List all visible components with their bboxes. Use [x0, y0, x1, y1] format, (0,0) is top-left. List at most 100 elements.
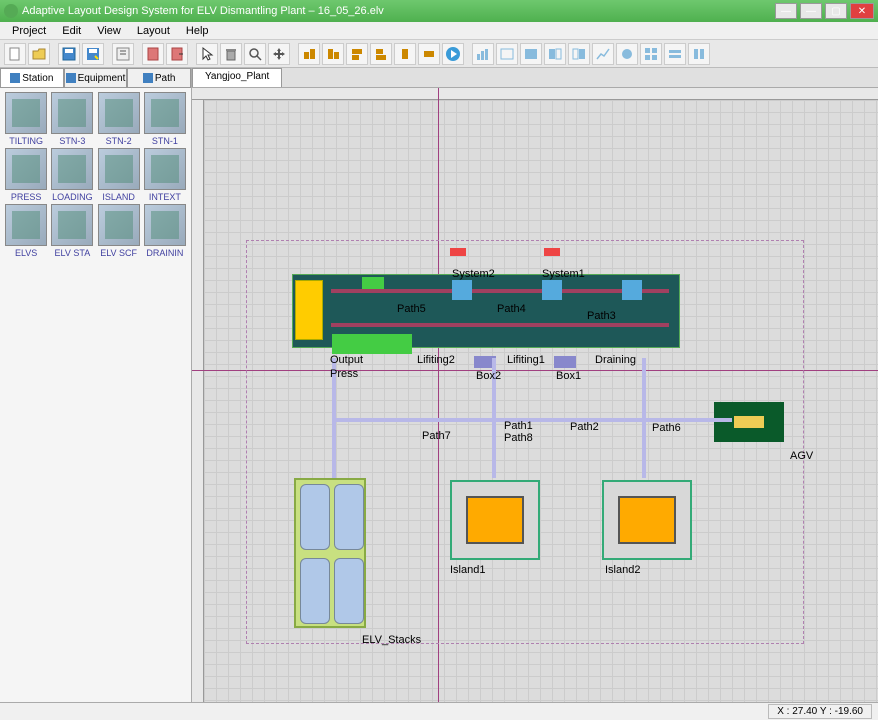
pan-icon[interactable] — [268, 43, 290, 65]
align1-icon[interactable] — [298, 43, 320, 65]
palette-elvscf[interactable] — [98, 204, 140, 246]
save-as-icon[interactable] — [82, 43, 104, 65]
palette-label: STN-2 — [97, 136, 141, 146]
chart10-icon[interactable] — [688, 43, 710, 65]
align2-icon[interactable] — [322, 43, 344, 65]
chart9-icon[interactable] — [664, 43, 686, 65]
chart7-icon[interactable] — [616, 43, 638, 65]
label-path1: Path1 — [504, 420, 533, 432]
station-icon — [10, 73, 20, 83]
label-draining: Draining — [595, 354, 636, 366]
toolbar — [0, 40, 878, 68]
chart3-icon[interactable] — [520, 43, 542, 65]
menu-view[interactable]: View — [89, 23, 129, 39]
properties-icon[interactable] — [112, 43, 134, 65]
palette-label: STN-1 — [143, 136, 187, 146]
palette-island[interactable] — [98, 148, 140, 190]
delete-icon[interactable] — [220, 43, 242, 65]
palette-stn3[interactable] — [51, 92, 93, 134]
chart8-icon[interactable] — [640, 43, 662, 65]
open-file-icon[interactable] — [28, 43, 50, 65]
statusbar: X : 27.40 Y : -19.60 — [0, 702, 878, 720]
label-island1: Island1 — [450, 564, 485, 576]
align6-icon[interactable] — [418, 43, 440, 65]
path-icon — [143, 73, 153, 83]
menu-project[interactable]: Project — [4, 23, 54, 39]
equipment-icon — [66, 73, 76, 83]
label-box1: Box1 — [556, 370, 581, 382]
report2-icon[interactable] — [166, 43, 188, 65]
report1-icon[interactable] — [142, 43, 164, 65]
palette-label: TILTING — [4, 136, 48, 146]
palette-label: STN-3 — [50, 136, 94, 146]
chart5-icon[interactable] — [568, 43, 590, 65]
island2-unit[interactable] — [602, 480, 692, 560]
chart6-icon[interactable] — [592, 43, 614, 65]
island1-unit[interactable] — [450, 480, 540, 560]
palette-loading[interactable] — [51, 148, 93, 190]
menu-layout[interactable]: Layout — [129, 23, 178, 39]
menu-edit[interactable]: Edit — [54, 23, 89, 39]
canvas-tabs: Yangjoo_Plant — [192, 68, 878, 88]
lifting1-unit[interactable] — [542, 280, 562, 300]
sensor2[interactable] — [544, 248, 560, 256]
palette-drainin[interactable] — [144, 204, 186, 246]
zoom-icon[interactable] — [244, 43, 266, 65]
lifting2-unit[interactable] — [452, 280, 472, 300]
label-box2: Box2 — [476, 370, 501, 382]
palette-stn1[interactable] — [144, 92, 186, 134]
side-panel: Station Equipment Path TILTING STN-3 STN… — [0, 68, 192, 702]
tab-path[interactable]: Path — [127, 68, 191, 88]
label-path7: Path7 — [422, 430, 451, 442]
label-path6: Path6 — [652, 422, 681, 434]
agv-unit[interactable] — [714, 402, 784, 442]
tab-label: Path — [155, 73, 176, 84]
cursor-icon[interactable] — [196, 43, 218, 65]
app-title: Adaptive Layout Design System for ELV Di… — [22, 5, 775, 17]
minimize-button[interactable]: — — [775, 3, 797, 19]
tab-station[interactable]: Station — [0, 68, 64, 88]
palette-tilting[interactable] — [5, 92, 47, 134]
path-vertical3 — [642, 358, 646, 478]
menu-help[interactable]: Help — [178, 23, 217, 39]
chart2-icon[interactable] — [496, 43, 518, 65]
sensor1[interactable] — [450, 248, 466, 256]
layout-canvas[interactable]: System2 System1 Path5 Path4 Path3 Output… — [192, 88, 878, 702]
label-system1: System1 — [542, 268, 585, 280]
play-icon[interactable] — [442, 43, 464, 65]
label-path3: Path3 — [587, 310, 616, 322]
maximize-button[interactable]: ▢ — [825, 3, 847, 19]
palette-label: LOADING — [50, 192, 94, 202]
tab-label: Equipment — [78, 73, 126, 84]
tab-equipment[interactable]: Equipment — [64, 68, 128, 88]
elv-stacks-unit[interactable] — [294, 478, 366, 628]
palette-label: DRAININ — [143, 248, 187, 258]
new-file-icon[interactable] — [4, 43, 26, 65]
status-coords: X : 27.40 Y : -19.60 — [768, 704, 872, 719]
module[interactable] — [362, 277, 384, 289]
chart1-icon[interactable] — [472, 43, 494, 65]
draining-unit[interactable] — [622, 280, 642, 300]
palette-elvsta[interactable] — [51, 204, 93, 246]
chart4-icon[interactable] — [544, 43, 566, 65]
titlebar: Adaptive Layout Design System for ELV Di… — [0, 0, 878, 22]
palette-stn2[interactable] — [98, 92, 140, 134]
ruler-horizontal — [192, 88, 878, 100]
label-path5: Path5 — [397, 303, 426, 315]
palette-elvs[interactable] — [5, 204, 47, 246]
canvas-tab-yangjoo[interactable]: Yangjoo_Plant — [192, 68, 282, 87]
save-icon[interactable] — [58, 43, 80, 65]
canvas-area: Yangjoo_Plant — [192, 68, 878, 702]
close-button[interactable]: ✕ — [850, 3, 874, 19]
palette-intext[interactable] — [144, 148, 186, 190]
output-unit[interactable] — [332, 334, 412, 354]
press-unit[interactable] — [295, 280, 323, 340]
align5-icon[interactable] — [394, 43, 416, 65]
palette-press[interactable] — [5, 148, 47, 190]
align4-icon[interactable] — [370, 43, 392, 65]
align3-icon[interactable] — [346, 43, 368, 65]
palette-label: ELV STA — [50, 248, 94, 258]
minimize2-button[interactable]: — — [800, 3, 822, 19]
label-system2: System2 — [452, 268, 495, 280]
box1-unit[interactable] — [554, 356, 576, 368]
